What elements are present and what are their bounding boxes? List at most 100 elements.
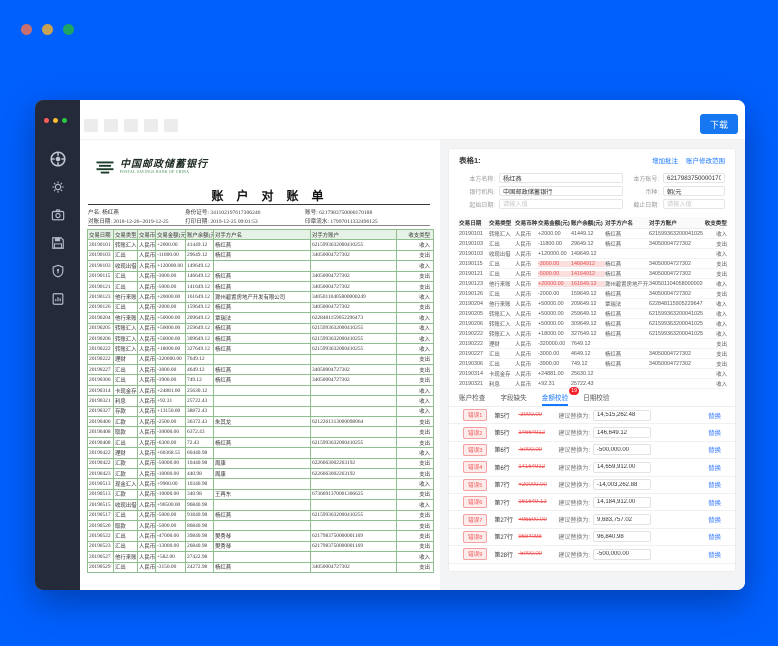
suggestion-input[interactable] bbox=[592, 427, 651, 439]
transaction-cell: +50000.00 bbox=[538, 300, 564, 307]
form-input[interactable] bbox=[663, 199, 725, 209]
transaction-row[interactable]: 20190321 利息 人民币 +92.31 25722.43 收入 bbox=[459, 379, 727, 389]
transaction-row[interactable]: 20190222 理财 人民币 -320000.00 7649.12 支出 bbox=[459, 339, 727, 349]
replace-link[interactable]: 替换 bbox=[708, 411, 721, 420]
transaction-cell: 20190115 bbox=[459, 260, 483, 267]
save-icon[interactable] bbox=[51, 236, 65, 250]
statement-info-field: 账号: 6217983750000170188 bbox=[305, 210, 373, 216]
statement-cell: 人民币 bbox=[137, 467, 156, 480]
transaction-row[interactable]: 20190227 汇出 人民币 -3000.00 4649.12 杨红燕 340500047… bbox=[459, 349, 727, 359]
suggestion-input[interactable] bbox=[592, 548, 651, 560]
statement-cell: 支出 bbox=[396, 249, 434, 262]
statement-cell: 理财 bbox=[113, 447, 138, 459]
statement-cell bbox=[310, 426, 397, 438]
transaction-row[interactable]: 20190206 转账汇入 人民币 +50000.00 309649.12 杨红燕 6215… bbox=[459, 319, 727, 329]
transactions-col-header: 交易币种 bbox=[515, 220, 538, 227]
minimize-button[interactable] bbox=[42, 24, 53, 35]
suggestion-input[interactable] bbox=[592, 461, 651, 473]
statement-cell: -10000.00 bbox=[155, 467, 186, 480]
replace-link[interactable]: 替换 bbox=[708, 532, 721, 541]
tab-字段缺失[interactable]: 字段缺失 bbox=[500, 392, 526, 406]
statement-cell: 34050004727302 bbox=[310, 249, 397, 262]
form-input[interactable] bbox=[663, 186, 725, 196]
transaction-row[interactable]: 20190306 汇出 人民币 -3900.00 749.12 杨红燕 3405000472… bbox=[459, 359, 727, 369]
statement-cell: 支出 bbox=[396, 509, 434, 521]
statement-cell: 39840.98 bbox=[185, 530, 214, 542]
statement-cell: 滁州碧置房地产开发有限公司 bbox=[213, 291, 311, 303]
add-annotation-link[interactable]: 增加批注 bbox=[652, 155, 678, 165]
camera-icon[interactable] bbox=[51, 208, 65, 222]
maximize-button[interactable] bbox=[63, 24, 74, 35]
transaction-cell: 覃瑞法 bbox=[605, 301, 622, 308]
statement-cell: 杨红燕 bbox=[213, 239, 311, 251]
report-icon[interactable] bbox=[51, 292, 65, 306]
statement-row: 20190227 汇出 人民币 -3000.00 4649.12 杨红燕 340500047… bbox=[87, 364, 434, 376]
statement-row: 20190513 现金汇入 人民币 +9900.00 10340.98 收入 bbox=[87, 478, 434, 490]
transaction-cell: 人民币 bbox=[515, 351, 532, 358]
suggestion-input[interactable] bbox=[592, 444, 651, 456]
statement-row: 20190327 存款 人民币 +13150.00 38872.43 收入 bbox=[87, 405, 434, 418]
replace-link[interactable]: 替换 bbox=[708, 480, 721, 489]
transaction-cell: 他行来账 bbox=[489, 281, 511, 288]
tab-日期校验[interactable]: 日期校验 bbox=[583, 392, 609, 406]
transaction-cell: 人民币 bbox=[515, 311, 532, 318]
shield-icon[interactable] bbox=[51, 264, 65, 278]
replace-link[interactable]: 替换 bbox=[708, 428, 721, 437]
statement-cell: 人民币 bbox=[137, 540, 156, 553]
replace-link[interactable]: 替换 bbox=[708, 550, 721, 559]
transaction-row[interactable]: 20190314 卡现金存 人民币 +24881.00 25630.12 收入 bbox=[459, 369, 727, 379]
statement-table-head: 交易日期交易类型交易币种交易金额(元)账户余额(元)对手方户名对手方账户收支类型 bbox=[87, 228, 434, 241]
statement-cell: 支出 bbox=[396, 467, 434, 480]
transaction-row[interactable]: 20190222 转账汇入 人民币 +18000.00 327649.12 杨红燕 6215… bbox=[459, 329, 727, 339]
transaction-row[interactable]: 20190126 汇出 人民币 -2000.00 159649.12 杨红燕 3405000… bbox=[459, 289, 727, 299]
transaction-row[interactable]: 20190115 汇出 人民币 -3000.00 14664912 杨红燕 34050004… bbox=[459, 259, 727, 269]
transaction-cell: 转账汇入 bbox=[489, 231, 511, 238]
statement-row: 20190408 汇出 人民币 -6300.00 72.43 杨红燕 62159936320… bbox=[87, 436, 434, 449]
statement-cell: 20190321 bbox=[87, 395, 114, 407]
transaction-row[interactable]: 20190121 汇出 人民币 -5000.00 14164912 杨红燕 34050004… bbox=[459, 269, 727, 279]
transaction-row[interactable]: 20190103 汇出 人民币 -11800.00 29649.12 杨红燕 3405000… bbox=[459, 239, 727, 249]
transaction-cell: 收现出借 bbox=[489, 251, 511, 258]
statement-cell: 支出 bbox=[396, 364, 434, 376]
suggestion-input[interactable] bbox=[592, 531, 651, 543]
replace-link[interactable]: 替换 bbox=[708, 498, 721, 507]
transaction-cell: 25630.12 bbox=[571, 370, 594, 377]
transaction-cell: 滁州碧置房地产开发有限公司 bbox=[605, 281, 649, 288]
transaction-cell: -3900.00 bbox=[538, 360, 560, 367]
transaction-row[interactable]: 20190123 他行来账 人民币 +20000.00 161649.12 滁州碧置房地产… bbox=[459, 279, 727, 289]
statement-info-field: 身份证号: 341102197617306246 bbox=[185, 210, 261, 216]
statement-cell: 人民币 bbox=[137, 405, 156, 418]
suggestion-input[interactable] bbox=[592, 479, 651, 491]
statement-cell: 340.98 bbox=[185, 488, 214, 501]
statement-info-line2: 对账日期: 2018-12-26~2019-12-25 打印日期: 2019-12… bbox=[88, 217, 430, 226]
transaction-row[interactable]: 20190205 转账汇入 人民币 +50000.00 259649.12 杨红燕 6215… bbox=[459, 309, 727, 319]
suggestion-input[interactable] bbox=[592, 409, 651, 421]
form-label: 起始日期: bbox=[469, 202, 495, 209]
replace-link[interactable]: 替换 bbox=[708, 445, 721, 454]
transaction-row[interactable]: 20190101 转账汇入 人民币 +2000.00 41449.12 杨红燕 621599… bbox=[459, 229, 727, 239]
tab-金额校验[interactable]: 金额校验 19 bbox=[541, 387, 580, 406]
download-button[interactable]: 下载 bbox=[699, 114, 738, 134]
transaction-row[interactable]: 20190204 他行来账 人民币 +50000.00 209649.12 覃瑞法 6228… bbox=[459, 299, 727, 309]
suggestion-label: 建议替换为: bbox=[558, 483, 590, 490]
form-input[interactable] bbox=[499, 199, 623, 209]
transaction-cell: -2000.00 bbox=[538, 290, 560, 297]
settings-icon[interactable] bbox=[51, 180, 65, 194]
statement-cell: 20190115 bbox=[87, 270, 114, 282]
statement-cell: 人民币 bbox=[137, 395, 156, 407]
suggestion-input[interactable] bbox=[592, 514, 651, 526]
form-input[interactable] bbox=[663, 173, 725, 183]
transaction-row[interactable]: 20190103 收现出借 人民币 +120000.00 149649.12 收入 bbox=[459, 249, 727, 259]
close-button[interactable] bbox=[21, 24, 32, 35]
replace-link[interactable]: 替换 bbox=[708, 463, 721, 472]
app-logo-icon[interactable] bbox=[49, 150, 67, 168]
tab-账户检查[interactable]: 账户检查 bbox=[459, 392, 485, 406]
statement-cell: 周康 bbox=[213, 457, 311, 470]
suggestion-input[interactable] bbox=[592, 496, 651, 508]
transaction-cell: 杨红燕 bbox=[605, 271, 622, 278]
form-input[interactable] bbox=[499, 173, 623, 183]
transaction-cell: 汇出 bbox=[489, 361, 500, 368]
form-input[interactable] bbox=[499, 186, 623, 196]
account-modify-link[interactable]: 账户修改范围 bbox=[686, 155, 725, 165]
replace-link[interactable]: 替换 bbox=[708, 515, 721, 524]
